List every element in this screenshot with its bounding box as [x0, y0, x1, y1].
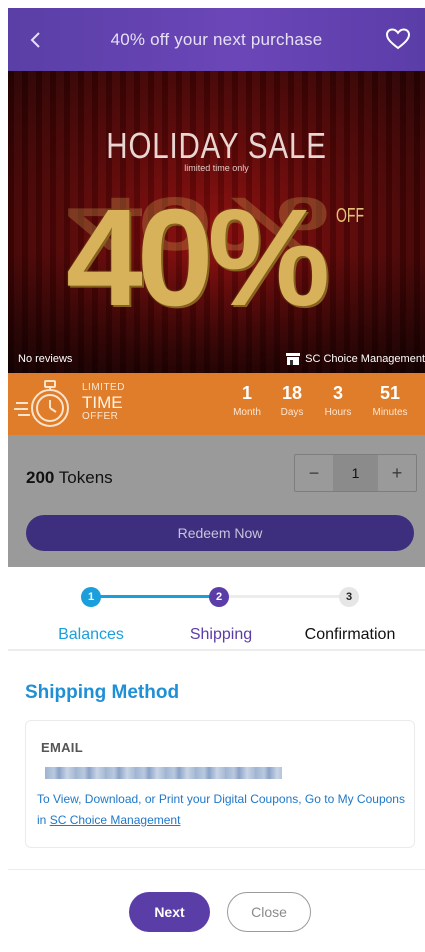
countdown-label: Days: [280, 407, 304, 418]
token-amount: 200: [26, 468, 55, 487]
token-label: Tokens: [58, 468, 113, 487]
countdown-value: 1: [241, 383, 252, 403]
sheet-footer: Next Close: [8, 869, 425, 952]
badge-line-2: TIME: [82, 393, 123, 412]
countdown-month: 1 Month: [226, 383, 268, 418]
progress-stepper: 1 2 3 Balances Shipping Confirmation: [8, 569, 425, 651]
page-title: 40% off your next purchase: [110, 29, 323, 49]
countdown-strip: LIMITED TIME OFFER 1 Month 18 Days 3 Hou…: [8, 373, 425, 435]
quantity-input[interactable]: 1: [333, 455, 378, 491]
banner-off-text: OFF: [336, 205, 364, 227]
stopwatch-icon: [14, 375, 76, 433]
step-3-indicator: 3: [339, 587, 359, 607]
promo-banner: HOLIDAY SALE limited time only 40% 40% O…: [8, 71, 425, 373]
quantity-stepper: − 1 +: [294, 454, 417, 492]
coupon-instructions: To View, Download, or Print your Digital…: [37, 789, 409, 831]
heart-outline-icon[interactable]: [385, 27, 411, 51]
next-button[interactable]: Next: [129, 892, 210, 932]
decrease-button[interactable]: −: [295, 455, 333, 491]
product-section: 200 Tokens − 1 + Redeem Now: [8, 435, 425, 567]
limited-offer-badge: LIMITED TIME OFFER: [82, 383, 125, 422]
countdown-minutes: 51 Minutes: [364, 383, 416, 418]
countdown-value: 3: [332, 383, 343, 403]
app-frame: 40% off your next purchase HOLIDAY SALE …: [8, 8, 425, 952]
countdown-label: Minutes: [372, 407, 408, 418]
step-2-indicator: 2: [209, 587, 229, 607]
store-icon: [285, 353, 301, 365]
top-bar: 40% off your next purchase: [8, 8, 425, 71]
step-1-label: Balances: [58, 626, 124, 643]
countdown-value: 51: [379, 383, 401, 403]
step-connector-pending: [219, 595, 349, 598]
countdown-value: 18: [281, 383, 303, 403]
close-button[interactable]: Close: [227, 892, 311, 932]
step-1-indicator: 1: [81, 587, 101, 607]
merchant-name: SC Choice Management: [305, 353, 425, 365]
countdown-days: 18 Days: [274, 383, 310, 418]
countdown-label: Month: [233, 407, 261, 418]
shipping-method-label: EMAIL: [41, 740, 83, 755]
badge-line-3: OFFER: [82, 411, 119, 422]
checkout-sheet: 1 2 3 Balances Shipping Confirmation Shi…: [8, 569, 425, 952]
badge-line-1: LIMITED: [82, 382, 125, 393]
banner-percent: 40%: [66, 181, 330, 335]
token-price: 200 Tokens: [26, 468, 113, 488]
banner-subline: limited time only: [184, 163, 249, 173]
redacted-email: [45, 767, 282, 779]
shipping-method-title: Shipping Method: [25, 682, 180, 703]
banner-headline: HOLIDAY SALE: [106, 125, 327, 166]
step-3-label: Confirmation: [304, 626, 396, 643]
chevron-left-icon[interactable]: [28, 30, 44, 50]
reviews-text: No reviews: [18, 353, 73, 365]
step-2-label: Shipping: [189, 626, 253, 643]
redeem-now-button[interactable]: Redeem Now: [26, 515, 414, 551]
step-connector-complete: [91, 595, 219, 598]
merchant-link[interactable]: SC Choice Management: [50, 813, 181, 827]
increase-button[interactable]: +: [378, 455, 416, 491]
countdown-hours: 3 Hours: [316, 383, 360, 418]
merchant-label[interactable]: SC Choice Management: [285, 353, 425, 365]
shipping-method-card: EMAIL To View, Download, or Print your D…: [25, 720, 415, 848]
countdown-label: Hours: [324, 407, 352, 418]
